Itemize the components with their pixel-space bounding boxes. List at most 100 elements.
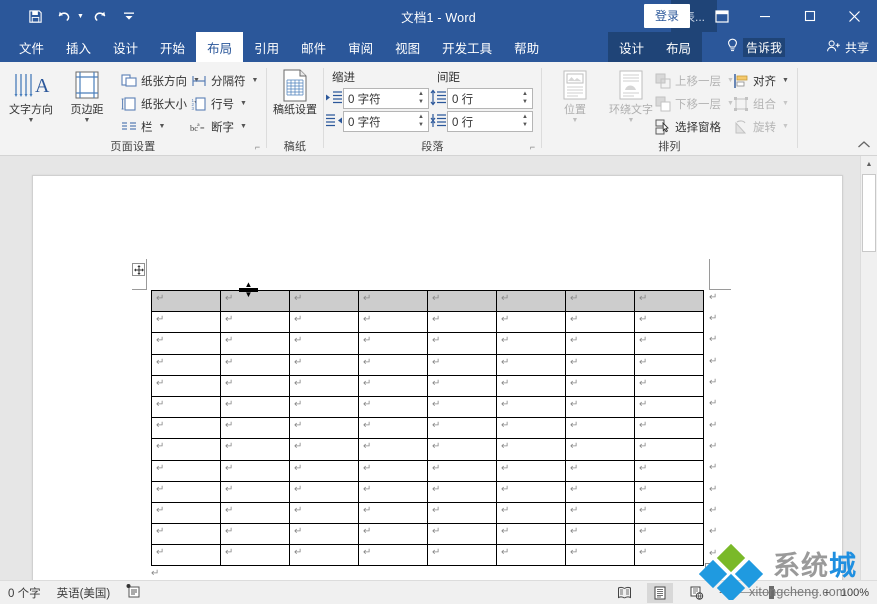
table-cell[interactable]: ↵ [634,438,704,461]
indent-right-stepper[interactable]: ▲ ▼ [414,112,428,131]
table-cell[interactable]: ↵ [151,353,221,376]
table-cell[interactable]: ↵ [220,544,290,567]
table-cell[interactable]: ↵ [634,311,704,334]
table-cell[interactable]: ↵ [565,395,635,419]
tab-help[interactable]: 帮助 [503,32,550,62]
table-cell[interactable]: ↵ [289,374,359,397]
table-row[interactable]: ↵ ↵ ↵ ↵ ↵ ↵ ↵ ↵ [151,374,704,397]
language-indicator[interactable]: 英语(美国) [57,585,111,601]
view-print-layout[interactable] [647,582,674,603]
table-cell[interactable]: ↵ [427,417,497,440]
indent-right-field[interactable]: 0 字符 ▲ ▼ [343,111,429,132]
rotate-button[interactable]: 旋转 ▼ [732,116,789,137]
spacing-after-field[interactable]: 0 行 ▲ ▼ [447,111,533,132]
table-cell[interactable]: ↵ [496,501,566,525]
tab-home[interactable]: 开始 [149,32,196,62]
table-cell[interactable]: ↵ [634,353,704,376]
table-cell[interactable]: ↵ [289,459,359,482]
table-cell[interactable]: ↵ [427,332,497,355]
page-setup-dialog-launcher[interactable]: ⌐ [252,142,263,153]
table-cell[interactable]: ↵ [634,501,704,525]
table-cell[interactable]: ↵ [289,480,359,503]
chevron-down-icon[interactable]: ▼ [4,117,58,125]
table-cell[interactable]: ↵ [289,311,359,334]
zoom-in-icon[interactable]: + [824,587,830,599]
table-cell[interactable]: ↵ [358,480,428,503]
selection-pane-button[interactable]: 选择窗格 [654,116,721,137]
table-cell[interactable]: ↵ [427,289,497,313]
table-cell[interactable]: ↵ [565,332,635,355]
table-cell[interactable]: ↵ [358,289,428,313]
chevron-down-icon[interactable]: ▼ [548,117,602,125]
manuscript-settings-button[interactable]: 稿纸设置 [268,68,322,117]
table-cell[interactable]: ↵ [565,417,635,440]
table-cell[interactable]: ↵ [496,459,566,482]
tab-table-layout[interactable]: 布局 [655,32,702,62]
minimize-icon[interactable] [742,0,787,32]
table-cell[interactable]: ↵ [496,353,566,376]
table-cell[interactable]: ↵ [289,501,359,525]
table-cell[interactable]: ↵ [289,523,359,546]
text-direction-button[interactable]: A 文字方向 ▼ [4,68,58,125]
redo-icon[interactable] [87,4,113,28]
table-cell[interactable]: ↵ [289,417,359,440]
table-cell[interactable]: ↵ [565,544,635,567]
view-web-layout[interactable] [683,583,709,603]
table-cell[interactable]: ↵ [427,523,497,546]
wrap-text-button[interactable]: 环绕文字 ▼ [604,68,658,125]
table-cell[interactable]: ↵ [565,459,635,482]
table-cell[interactable]: ↵ [151,332,221,355]
collapse-ribbon-icon[interactable] [857,140,871,152]
table-cell[interactable]: ↵ [496,480,566,503]
table-cell[interactable]: ↵ [634,289,704,313]
table-cell[interactable]: ↵ [427,374,497,397]
table-cell[interactable]: ↵ [151,459,221,482]
chevron-down-icon[interactable]: ▼ [782,77,789,84]
zoom-slider[interactable] [730,586,819,599]
zoom-percentage[interactable]: 100% [835,587,869,599]
table-cell[interactable]: ↵ [565,374,635,397]
table-cell[interactable]: ↵ [496,289,566,313]
send-backward-button[interactable]: 下移一层 ▼ [654,93,734,114]
maximize-icon[interactable] [787,0,832,32]
chevron-down-icon[interactable]: ▼ [240,100,247,107]
table-cell[interactable]: ↵ [565,438,635,461]
table-cell[interactable]: ↵ [151,501,221,525]
table-cell[interactable]: ↵ [220,417,290,440]
table-cell[interactable]: ↵ [358,374,428,397]
table-row[interactable]: ↵ ↵ ↵ ↵ ↵ ↵ ↵ ↵ [151,289,704,313]
table-cell[interactable]: ↵ [358,544,428,567]
table-cell[interactable]: ↵ [289,438,359,461]
proofing-errors-icon[interactable] [126,584,141,601]
table-cell[interactable]: ↵ [358,311,428,334]
chevron-down-icon[interactable]: ▼ [604,117,658,125]
table-cell[interactable]: ↵ [220,353,290,376]
table-cell[interactable]: ↵ [151,544,221,567]
table-row[interactable]: ↵ ↵ ↵ ↵ ↵ ↵ ↵ ↵ [151,353,704,376]
table-cell[interactable]: ↵ [496,544,566,567]
table-cell[interactable]: ↵ [358,395,428,419]
spacing-after-stepper[interactable]: ▲ ▼ [518,112,532,131]
table-cell[interactable]: ↵ [220,459,290,482]
table-row[interactable]: ↵ ↵ ↵ ↵ ↵ ↵ ↵ ↵ [151,459,704,482]
table-cell[interactable]: ↵ [634,544,704,567]
table-row[interactable]: ↵ ↵ ↵ ↵ ↵ ↵ ↵ ↵ [151,395,704,419]
document-page[interactable]: ↵ ↵ ↵ ↵ ↵ ↵ ↵ ↵ ↵ ↵ ↵ ↵ ↵ ↵ ↵ ↵ ↵ ↵ ↵ ↵ … [32,175,843,580]
document-canvas[interactable]: ↵ ↵ ↵ ↵ ↵ ↵ ↵ ↵ ↵ ↵ ↵ ↵ ↵ ↵ ↵ ↵ ↵ ↵ ↵ ↵ … [0,156,877,580]
table-row[interactable]: ↵ ↵ ↵ ↵ ↵ ↵ ↵ ↵ [151,480,704,503]
table-cell[interactable]: ↵ [151,438,221,461]
table-cell[interactable]: ↵ [358,438,428,461]
table-cell[interactable]: ↵ [358,459,428,482]
table-cell[interactable]: ↵ [427,544,497,567]
position-button[interactable]: 位置 ▼ [548,68,602,125]
table-cell[interactable]: ↵ [634,459,704,482]
tab-mailings[interactable]: 邮件 [290,32,337,62]
table-cell[interactable]: ↵ [634,523,704,546]
table-cell[interactable]: ↵ [496,417,566,440]
chevron-down-icon[interactable]: ▼ [782,123,789,130]
scrollbar-thumb[interactable] [862,174,876,252]
table-cell[interactable]: ↵ [220,438,290,461]
tab-table-design[interactable]: 设计 [608,32,655,62]
close-icon[interactable] [832,0,877,32]
table-cell[interactable]: ↵ [289,289,359,313]
